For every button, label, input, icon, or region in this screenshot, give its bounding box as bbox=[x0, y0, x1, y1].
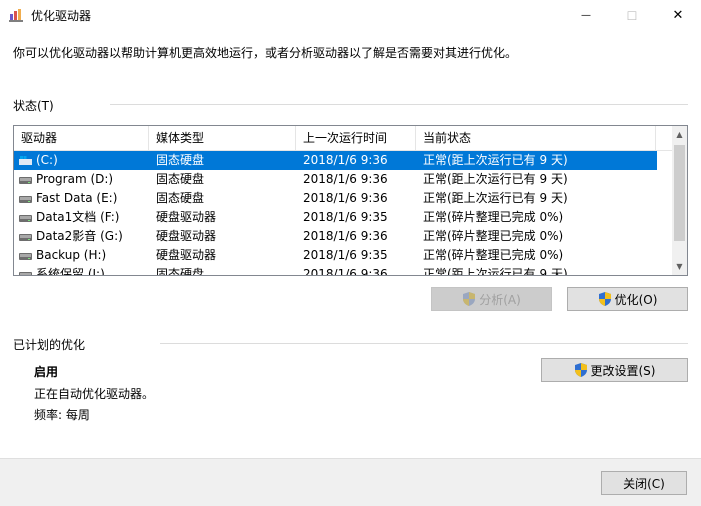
title-bar: 优化驱动器 — ☐ ✕ bbox=[0, 0, 701, 31]
drive-status: 正常(碎片整理已完成 0%) bbox=[423, 248, 564, 262]
uac-shield-icon bbox=[598, 292, 611, 306]
drive-status: 正常(碎片整理已完成 0%) bbox=[423, 210, 564, 224]
close-button-label: 关闭(C) bbox=[623, 476, 665, 491]
minimize-button[interactable]: — bbox=[563, 0, 609, 31]
drive-name: (C:) bbox=[36, 153, 58, 167]
column-header-status[interactable]: 当前状态 bbox=[416, 126, 656, 150]
drive-name: Backup (H:) bbox=[36, 248, 107, 262]
schedule-frequency: 频率: 每周 bbox=[34, 408, 90, 422]
drive-media-type: 固态硬盘 bbox=[156, 191, 205, 205]
drive-icon bbox=[19, 196, 32, 203]
close-icon: ✕ bbox=[672, 8, 684, 23]
optimize-button[interactable]: 优化(O) bbox=[567, 287, 688, 311]
drive-last-run: 2018/1/6 9:35 bbox=[303, 248, 388, 262]
column-header-drive[interactable]: 驱动器 bbox=[14, 126, 149, 150]
drive-icon bbox=[19, 234, 32, 241]
drive-media-type: 硬盘驱动器 bbox=[156, 248, 217, 262]
drive-media-type: 固态硬盘 bbox=[156, 172, 205, 186]
uac-shield-icon bbox=[574, 363, 587, 377]
maximize-button[interactable]: ☐ bbox=[609, 0, 655, 31]
drive-name: Program (D:) bbox=[36, 172, 114, 186]
change-settings-button[interactable]: 更改设置(S) bbox=[541, 358, 688, 382]
scroll-up-icon[interactable]: ▲ bbox=[672, 126, 687, 143]
drive-row[interactable]: Data2影音 (G:) 硬盘驱动器 2018/1/6 9:36 正常(碎片整理已完成… bbox=[14, 227, 657, 246]
status-divider bbox=[110, 104, 688, 105]
drive-media-type: 固态硬盘 bbox=[156, 267, 205, 276]
intro-text: 你可以优化驱动器以帮助计算机更高效地运行，或者分析驱动器以了解是否需要对其进行优… bbox=[13, 46, 518, 60]
status-section-title: 状态(T) bbox=[13, 99, 54, 113]
column-header-media[interactable]: 媒体类型 bbox=[149, 126, 296, 150]
drive-last-run: 2018/1/6 9:36 bbox=[303, 153, 388, 167]
drive-media-type: 硬盘驱动器 bbox=[156, 210, 217, 224]
close-window-button[interactable]: ✕ bbox=[655, 0, 701, 31]
drive-status: 正常(距上次运行已有 9 天) bbox=[423, 172, 568, 186]
drive-last-run: 2018/1/6 9:36 bbox=[303, 267, 388, 276]
analyze-button-label: 分析(A) bbox=[479, 292, 521, 307]
close-button[interactable]: 关闭(C) bbox=[601, 471, 687, 495]
drive-icon bbox=[19, 177, 32, 184]
drive-icon bbox=[19, 215, 32, 222]
drive-row[interactable]: (C:) 固态硬盘 2018/1/6 9:36 正常(距上次运行已有 9 天) bbox=[14, 151, 657, 170]
drive-status: 正常(距上次运行已有 9 天) bbox=[423, 153, 568, 167]
maximize-icon: ☐ bbox=[626, 8, 638, 23]
scheduled-section-title: 已计划的优化 bbox=[13, 338, 86, 352]
scheduled-divider bbox=[160, 343, 688, 344]
vertical-scrollbar[interactable]: ▲ ▼ bbox=[672, 126, 687, 275]
analyze-button[interactable]: 分析(A) bbox=[431, 287, 552, 311]
drive-icon bbox=[19, 253, 32, 260]
minimize-icon: — bbox=[581, 10, 591, 21]
drive-media-type: 固态硬盘 bbox=[156, 153, 205, 167]
windows-drive-icon bbox=[19, 156, 32, 165]
drive-last-run: 2018/1/6 9:36 bbox=[303, 172, 388, 186]
drive-name: Fast Data (E:) bbox=[36, 191, 118, 205]
drive-name: 系统保留 (I:) bbox=[36, 267, 105, 276]
window-title: 优化驱动器 bbox=[31, 9, 92, 23]
drive-row[interactable]: Backup (H:) 硬盘驱动器 2018/1/6 9:35 正常(碎片整理已完成 … bbox=[14, 246, 657, 265]
drive-name: Data1文档 (F:) bbox=[36, 210, 120, 224]
drive-list[interactable]: 驱动器 媒体类型 上一次运行时间 当前状态 (C:) 固态硬盘 2018/1/6 9… bbox=[13, 125, 688, 276]
drive-last-run: 2018/1/6 9:36 bbox=[303, 191, 388, 205]
drive-row[interactable]: Data1文档 (F:) 硬盘驱动器 2018/1/6 9:35 正常(碎片整理已完成… bbox=[14, 208, 657, 227]
defrag-icon bbox=[9, 9, 23, 22]
drive-status: 正常(碎片整理已完成 0%) bbox=[423, 229, 564, 243]
scroll-thumb[interactable] bbox=[674, 145, 685, 241]
schedule-state: 启用 bbox=[34, 365, 59, 379]
drive-last-run: 2018/1/6 9:35 bbox=[303, 210, 388, 224]
drive-status: 正常(距上次运行已有 9 天) bbox=[423, 267, 568, 276]
drive-row[interactable]: Fast Data (E:) 固态硬盘 2018/1/6 9:36 正常(距上次运行已… bbox=[14, 189, 657, 208]
change-settings-button-label: 更改设置(S) bbox=[590, 363, 656, 378]
drive-last-run: 2018/1/6 9:36 bbox=[303, 229, 388, 243]
drive-status: 正常(距上次运行已有 9 天) bbox=[423, 191, 568, 205]
drive-row[interactable]: Program (D:) 固态硬盘 2018/1/6 9:36 正常(距上次运行已有 … bbox=[14, 170, 657, 189]
dialog-footer bbox=[0, 458, 701, 506]
uac-shield-icon bbox=[463, 292, 476, 306]
drive-media-type: 硬盘驱动器 bbox=[156, 229, 217, 243]
drive-icon bbox=[19, 272, 32, 275]
scroll-down-icon[interactable]: ▼ bbox=[672, 258, 687, 275]
drive-name: Data2影音 (G:) bbox=[36, 229, 123, 243]
optimize-button-label: 优化(O) bbox=[614, 292, 658, 307]
column-header-last-run[interactable]: 上一次运行时间 bbox=[296, 126, 416, 150]
schedule-description: 正在自动优化驱动器。 bbox=[34, 387, 155, 401]
drive-list-header: 驱动器 媒体类型 上一次运行时间 当前状态 bbox=[14, 126, 672, 151]
drive-row[interactable]: 系统保留 (I:) 固态硬盘 2018/1/6 9:36 正常(距上次运行已有 9 天… bbox=[14, 265, 657, 276]
